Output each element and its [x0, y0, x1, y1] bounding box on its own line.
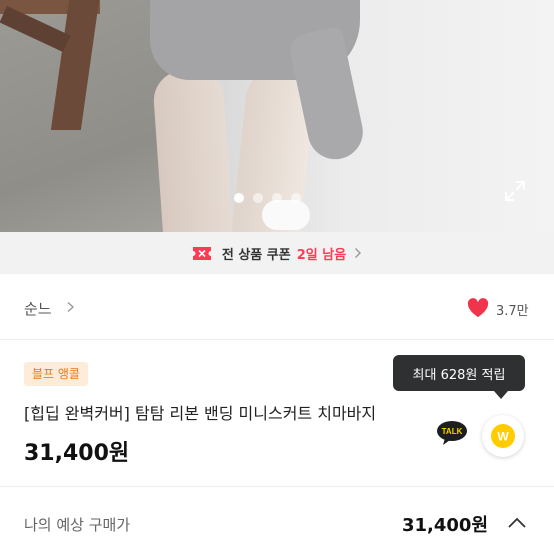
gallery-pagination: [234, 193, 301, 203]
kakao-talk-icon[interactable]: TALK: [436, 420, 468, 446]
coupon-ticket-icon: [192, 246, 211, 260]
gallery-dot[interactable]: [253, 193, 263, 203]
heart-icon[interactable]: [467, 298, 489, 318]
seller-row: 순느 3.7만: [0, 274, 554, 340]
coupon-banner[interactable]: 전 상품 쿠폰 2일 남음: [0, 232, 554, 274]
image-leg-left: [151, 67, 235, 232]
w-coin-icon: W: [491, 424, 515, 448]
expand-icon[interactable]: [504, 180, 526, 202]
coin-button[interactable]: W: [482, 415, 524, 457]
expected-price-value: 31,400원: [402, 515, 489, 536]
gallery-dot[interactable]: [234, 193, 244, 203]
image-shoe: [262, 200, 310, 230]
chevron-right-icon[interactable]: [66, 301, 76, 313]
gallery-dot[interactable]: [291, 193, 301, 203]
chevron-right-icon: [355, 248, 362, 258]
reward-tooltip-tail: [494, 391, 508, 399]
coin-label: W: [497, 430, 509, 444]
product-image[interactable]: [0, 0, 554, 232]
coupon-remaining: 2일 남음: [296, 247, 347, 263]
expected-price-label: 나의 예상 구매가: [24, 516, 131, 534]
section-divider: [0, 486, 554, 487]
chevron-up-icon[interactable]: [507, 516, 527, 530]
promo-badge: 블프 앵콜: [24, 362, 88, 386]
product-title: [힙딥 완벽커버] 탐탐 리본 밴딩 미니스커트 치마바지: [24, 404, 377, 423]
like-count: 3.7만: [496, 304, 529, 319]
coupon-label: 전 상품 쿠폰: [221, 247, 291, 263]
talk-label: TALK: [442, 427, 463, 436]
reward-tooltip: 최대 628원 적립: [393, 355, 525, 391]
product-price: 31,400원: [24, 441, 130, 466]
seller-name[interactable]: 순느: [24, 298, 52, 319]
gallery-dot[interactable]: [272, 193, 282, 203]
